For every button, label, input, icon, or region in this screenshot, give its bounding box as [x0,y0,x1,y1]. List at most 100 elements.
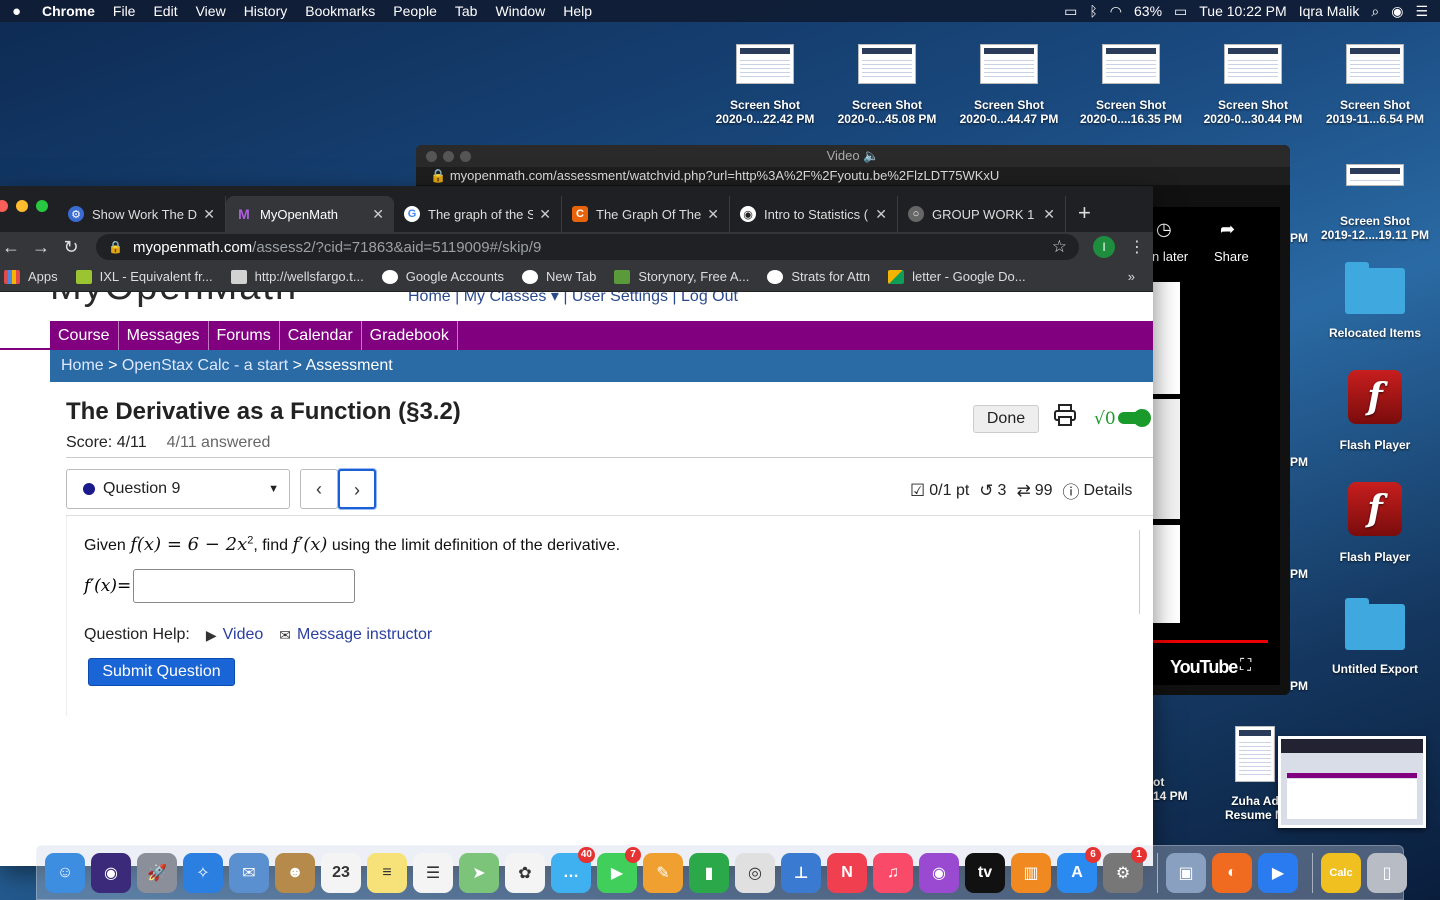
watch-later-icon[interactable]: ◷ [1156,219,1172,240]
bookmark-wellsfargo[interactable]: http://wellsfargo.t... [230,269,364,284]
math-display-toggle[interactable]: √0 [1094,405,1152,431]
clock[interactable]: Tue 10:22 PM [1199,3,1286,19]
top-links[interactable]: Home | My Classes ▾ | User Settings | Lo… [408,292,738,306]
menu-people[interactable]: People [393,3,437,19]
close-tab-icon[interactable]: ✕ [539,206,551,223]
desktop-file-screenshot-3[interactable]: Screen Shot 2020-0...44.47 PM [948,44,1070,126]
details-button[interactable]: ⓘ Details [1062,478,1132,503]
nav-messages[interactable]: Messages [119,321,209,350]
question-select[interactable]: Question 9 ▼ [66,469,290,509]
photos-icon[interactable]: ✿ [505,852,545,893]
zoom-window-button[interactable] [36,200,48,212]
launchpad-icon[interactable]: 🚀 [137,852,177,893]
nav-gradebook[interactable]: Gradebook [362,321,458,350]
close-tab-icon[interactable]: ✕ [203,206,215,223]
help-video-link[interactable]: ▶ Video [206,626,263,644]
tab-graph-of-the[interactable]: C The Graph Of The ✕ [562,196,730,232]
books-icon[interactable]: ▥ [1011,852,1051,893]
minimize-window-button[interactable] [443,151,454,162]
message-instructor-link[interactable]: ✉ Message instructor [279,626,432,644]
desktop-app-flash-player-1[interactable]: f Flash Player [1314,370,1436,452]
desktop-folder-untitled-export[interactable]: Untitled Export [1314,598,1436,676]
contacts-icon[interactable]: ☻ [275,852,315,893]
tab-myopenmath[interactable]: M MyOpenMath ✕ [226,196,394,232]
print-icon[interactable] [1052,402,1078,428]
bookmark-letter[interactable]: letter - Google Do... [888,269,1026,284]
podcasts-icon[interactable]: ◉ [919,852,959,893]
desktop-app-flash-player-2[interactable]: f Flash Player [1314,482,1436,564]
menu-app-name[interactable]: Chrome [42,3,95,19]
calculus-doc-icon[interactable]: Calc [1321,852,1361,893]
siri-menubar-icon[interactable]: ◉ [1391,3,1403,20]
breadcrumb-home[interactable]: Home [61,357,104,374]
preview-icon[interactable]: ▣ [1166,852,1206,893]
user-name[interactable]: Iqra Malik [1299,3,1360,19]
desktop-file-screenshot-6[interactable]: Screen Shot 2019-11...6.54 PM [1314,44,1436,126]
finder-icon[interactable]: ☺ [45,852,85,893]
music-icon[interactable]: ♫ [873,852,913,893]
safari-icon[interactable]: ✧ [183,852,223,893]
fullscreen-icon[interactable]: ⛶ [1240,657,1251,675]
video-progress-bar[interactable] [1152,640,1268,643]
nav-forums[interactable]: Forums [209,321,280,350]
done-button[interactable]: Done [973,405,1039,433]
airplay-icon[interactable]: ▭ [1064,3,1077,20]
menu-window[interactable]: Window [495,3,545,19]
notes-icon[interactable]: ≡ [367,852,407,893]
close-tab-icon[interactable]: ✕ [875,206,887,223]
desktop-file-screenshot-4[interactable]: Screen Shot 2020-0....16.35 PM [1070,44,1192,126]
maps-icon[interactable]: ➤ [459,852,499,893]
menu-file[interactable]: File [113,3,136,19]
youtube-logo[interactable]: YouTube [1170,657,1238,678]
close-tab-icon[interactable]: ✕ [707,206,719,223]
new-tab-button[interactable]: + [1066,196,1103,232]
bookmarks-overflow[interactable]: » [1128,269,1135,284]
bookmark-google-accounts[interactable]: Google Accounts [381,269,504,284]
reminders-icon[interactable]: ☰ [413,852,453,893]
bookmark-star-icon[interactable]: ☆ [1052,237,1067,257]
zoom-window-button[interactable] [460,151,471,162]
bookmark-new-tab[interactable]: New Tab [522,269,596,284]
messages-icon[interactable]: … 40 [551,846,595,893]
close-tab-icon[interactable]: ✕ [372,206,384,223]
breadcrumb-course[interactable]: OpenStax Calc - a start [122,357,288,374]
menu-tab[interactable]: Tab [455,3,478,19]
forward-icon[interactable]: → [26,237,56,258]
nav-calendar[interactable]: Calendar [280,321,362,350]
tab-graph-of-the-s[interactable]: G The graph of the S ✕ [394,196,562,232]
trash-icon[interactable]: ▯ [1367,852,1407,893]
myopenmath-logo[interactable]: MyOpenMath [50,292,298,308]
tab-group-work[interactable]: ○ GROUP WORK 1 k ✕ [898,196,1066,232]
tab-intro-statistics[interactable]: ◉ Intro to Statistics ( ✕ [730,196,898,232]
wifi-icon[interactable]: ◠ [1110,3,1122,20]
battery-percent[interactable]: 63% [1134,3,1162,19]
siri-icon[interactable]: ◉ [91,852,131,893]
chrome-icon[interactable]: ◎ [735,852,775,893]
youtube-player[interactable]: ◷ n later ➦ Share YouTube ⛶ [1152,207,1280,685]
submit-question-button[interactable]: Submit Question [88,658,235,686]
pages-icon[interactable]: ✎ [643,852,683,893]
menu-view[interactable]: View [196,3,226,19]
answer-input[interactable] [133,569,356,603]
next-question-button[interactable]: › [338,469,376,509]
video-titlebar[interactable]: Video 🔈 [416,145,1290,167]
reload-icon[interactable]: ↻ [56,237,86,258]
bookmark-ixl[interactable]: IXL - Equivalent fr... [75,269,213,284]
mail-icon[interactable]: ✉ [229,852,269,893]
battery-icon[interactable]: ▭ [1174,3,1187,20]
appstore-icon[interactable]: A6 [1057,846,1101,893]
screenshot-preview-thumbnail[interactable] [1278,736,1426,828]
desktop-file-screenshot-1[interactable]: Screen Shot 2020-0...22.42 PM [704,44,826,126]
calendar-icon[interactable]: 23 [321,852,361,893]
watch-later-label[interactable]: n later [1152,249,1188,264]
menu-help[interactable]: Help [563,3,592,19]
desktop-file-partial[interactable]: ot 14 PM [1153,775,1193,803]
desktop-file-screenshot-7[interactable]: Screen Shot 2019-12....19.11 PM [1314,164,1436,242]
spotlight-search-icon[interactable]: ⌕ [1371,3,1379,20]
zoom-icon[interactable]: ▶ [1258,852,1298,893]
close-window-button[interactable] [426,151,437,162]
desktop-folder-relocated-items[interactable]: Relocated Items [1314,262,1436,340]
minimize-window-button[interactable] [16,200,28,212]
prev-question-button[interactable]: ‹ [300,469,338,509]
bookmark-strats[interactable]: Strats for Attn [767,269,870,284]
